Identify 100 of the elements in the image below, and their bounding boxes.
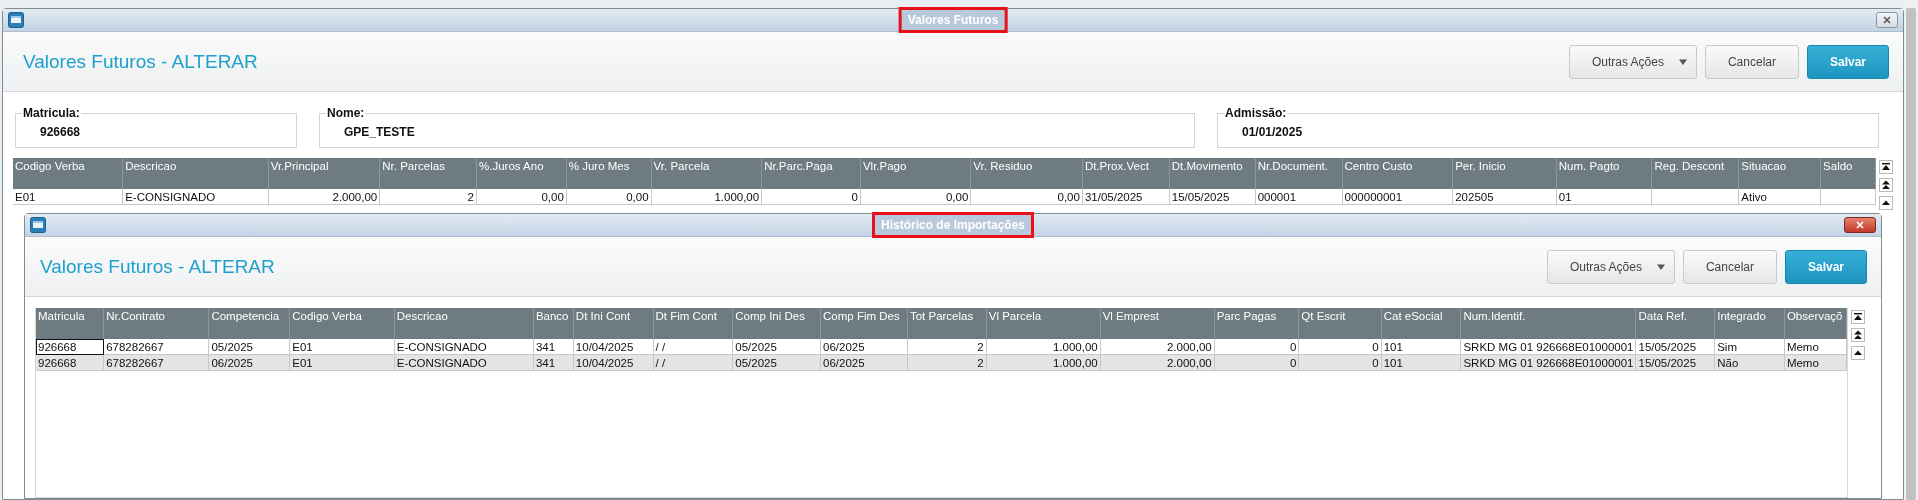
table-cell: 1.000,00: [651, 189, 762, 205]
field-value: 01/01/2025: [1242, 125, 1303, 139]
column-header[interactable]: Dt.Movimento: [1169, 158, 1256, 189]
form-field[interactable]: Nome: GPE_TESTE: [319, 106, 1195, 148]
cancel-button[interactable]: Cancelar: [1682, 249, 1777, 284]
table-cell: 0: [761, 189, 861, 205]
close-button[interactable]: [1876, 12, 1898, 28]
actions-menu-button[interactable]: Outras Ações: [1568, 44, 1697, 79]
column-header[interactable]: Saldo: [1820, 158, 1876, 189]
table-cell: 01: [1556, 189, 1652, 205]
page-up-button[interactable]: [1879, 178, 1893, 192]
column-header[interactable]: Comp Fim Des: [820, 308, 908, 339]
table-cell: Memo: [1784, 339, 1847, 355]
window-title: Valores Futuros: [898, 7, 1008, 33]
table-cell: 06/2025: [820, 339, 908, 355]
table-cell: 000000001: [1342, 189, 1453, 205]
first-page-button[interactable]: [1851, 310, 1865, 324]
column-header[interactable]: Data Ref.: [1636, 308, 1715, 339]
column-header[interactable]: Nr. Parcelas: [379, 158, 477, 189]
column-header[interactable]: Parc Pagas: [1214, 308, 1299, 339]
table-cell: Ativo: [1738, 189, 1821, 205]
column-header[interactable]: Num. Pagto: [1556, 158, 1652, 189]
table-cell: 101: [1381, 339, 1461, 355]
first-page-button[interactable]: [1879, 160, 1893, 174]
column-header[interactable]: Dt Ini Cont: [573, 308, 654, 339]
column-header[interactable]: Vlr.Pago: [860, 158, 971, 189]
table-cell: E-CONSIGNADO: [394, 339, 534, 355]
page-heading: Valores Futuros - ALTERAR: [40, 255, 276, 278]
column-header[interactable]: Reg. Descont: [1652, 158, 1739, 189]
table-cell: 2.000,00: [1100, 339, 1215, 355]
column-header[interactable]: Codigo Verba: [13, 158, 123, 189]
column-header[interactable]: Nr.Document.: [1255, 158, 1343, 189]
page-up-button[interactable]: [1851, 328, 1865, 342]
column-header[interactable]: Vr. Parcela: [651, 158, 762, 189]
table-cell: 1.000,00: [986, 339, 1101, 355]
column-header[interactable]: Tot Parcelas: [907, 308, 987, 339]
arrow-to-top-icon: [1853, 312, 1863, 322]
column-header[interactable]: Descricao: [394, 308, 534, 339]
scrollbar[interactable]: [1904, 0, 1918, 500]
column-header[interactable]: Observaçõ: [1784, 308, 1847, 339]
form-field[interactable]: Matricula: 926668: [15, 106, 297, 148]
column-header[interactable]: Qt Escrit: [1298, 308, 1382, 339]
column-header[interactable]: Vl Emprest: [1100, 308, 1215, 339]
table-cell: 926668: [36, 339, 104, 355]
close-button[interactable]: [1844, 217, 1876, 233]
row-up-button[interactable]: [1879, 196, 1893, 210]
table-cell: 0,00: [566, 189, 652, 205]
table-cell: / /: [653, 339, 733, 355]
field-label: Matricula:: [22, 106, 81, 120]
column-header[interactable]: Vl Parcela: [986, 308, 1101, 339]
table-cell: 10/04/2025: [573, 339, 654, 355]
column-header[interactable]: Nr.Contrato: [103, 308, 209, 339]
column-header[interactable]: % Juro Mes: [566, 158, 652, 189]
field-label: Admissão:: [1224, 106, 1288, 120]
save-button[interactable]: Salvar: [1784, 249, 1867, 284]
table-cell: 15/05/2025: [1169, 189, 1256, 205]
column-header[interactable]: Codigo Verba: [289, 308, 395, 339]
table-cell: 0,00: [970, 189, 1083, 205]
window-icon: [30, 217, 46, 233]
column-header[interactable]: Situacao: [1738, 158, 1821, 189]
column-header[interactable]: Dt.Prox.Vect: [1082, 158, 1170, 189]
column-header[interactable]: Descricao: [122, 158, 269, 189]
table-cell: 0,00: [476, 189, 567, 205]
column-header[interactable]: Comp Ini Des: [732, 308, 821, 339]
save-button[interactable]: Salvar: [1806, 44, 1889, 79]
table-cell: 678282667: [103, 339, 209, 355]
table-cell: 000001: [1255, 189, 1343, 205]
table-cell: 15/05/2025: [1636, 339, 1715, 355]
page-heading: Valores Futuros - ALTERAR: [23, 50, 259, 73]
column-header[interactable]: Num.Identif.: [1460, 308, 1636, 339]
double-up-icon: [1853, 330, 1863, 340]
column-header[interactable]: Competencia: [208, 308, 290, 339]
window-icon: [8, 12, 24, 28]
arrow-to-top-icon: [1881, 162, 1891, 172]
form-field[interactable]: Admissão: 01/01/2025: [1217, 106, 1879, 148]
row-up-button[interactable]: [1851, 346, 1865, 360]
column-header[interactable]: Integrado: [1714, 308, 1785, 339]
actions-menu-button[interactable]: Outras Ações: [1546, 249, 1675, 284]
column-header[interactable]: Centro Custo: [1342, 158, 1453, 189]
column-header[interactable]: Dt Fim Cont: [653, 308, 733, 339]
window-title: Histórico de Importações: [872, 212, 1034, 238]
table-cell: Sim: [1714, 339, 1785, 355]
table-cell: [1820, 189, 1876, 205]
column-header[interactable]: Vr.Principal: [268, 158, 380, 189]
column-header[interactable]: Matricula: [36, 308, 104, 339]
close-icon: [1882, 15, 1892, 25]
close-icon: [1855, 220, 1865, 230]
column-header[interactable]: Nr.Parc.Paga: [761, 158, 861, 189]
column-header[interactable]: %.Juros Ano: [476, 158, 567, 189]
column-header[interactable]: Vr. Residuo: [970, 158, 1083, 189]
table-cell: 0,00: [860, 189, 971, 205]
table-cell: E-CONSIGNADO: [122, 189, 269, 205]
table-cell: 0: [1298, 339, 1382, 355]
table-cell: 0: [1214, 339, 1299, 355]
column-header[interactable]: Per. Inicio: [1452, 158, 1557, 189]
table-cell: SRKD MG 01 926668E01000001: [1460, 339, 1636, 355]
cancel-button[interactable]: Cancelar: [1704, 44, 1799, 79]
table-cell: 2: [379, 189, 477, 205]
column-header[interactable]: Cat eSocial: [1381, 308, 1461, 339]
column-header[interactable]: Banco: [533, 308, 574, 339]
